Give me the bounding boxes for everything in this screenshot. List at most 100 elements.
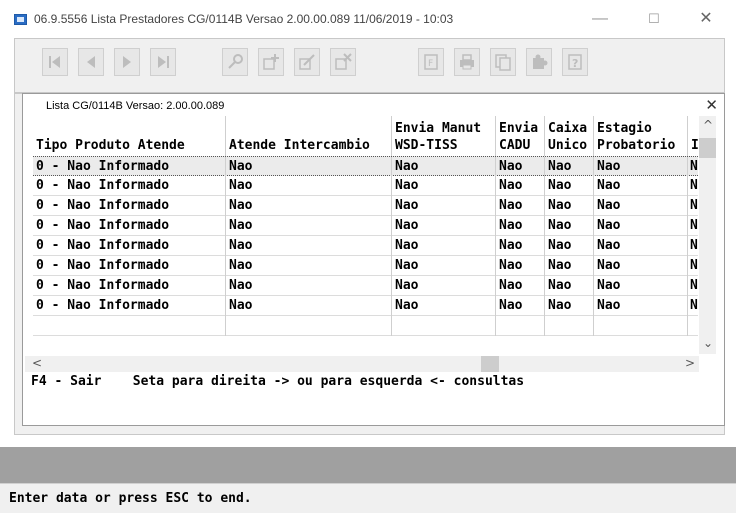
- copy-button[interactable]: [490, 48, 516, 76]
- cell-atende-intercambio: Nao: [226, 276, 392, 296]
- cell-tipo-produto: 0 - Nao Informado: [33, 276, 226, 296]
- horizontal-scrollbar[interactable]: [25, 356, 699, 372]
- cell-envia-manut: [392, 316, 496, 336]
- table-row[interactable]: 0 - Nao Informado Nao Nao Nao Nao Nao N: [33, 216, 698, 236]
- filter-button[interactable]: F: [418, 48, 444, 76]
- scroll-left-icon[interactable]: <: [32, 356, 42, 370]
- svg-text:?: ?: [572, 57, 578, 70]
- cell-envia-cadu: Nao: [496, 296, 545, 316]
- table-row[interactable]: 0 - Nao Informado Nao Nao Nao Nao Nao N: [33, 176, 698, 196]
- window-title: 06.9.5556 Lista Prestadores CG/0114B Ver…: [34, 12, 454, 26]
- column-header-envia-manut[interactable]: Envia Manut WSD-TISS: [392, 116, 496, 156]
- list-dialog: Lista CG/0114B Versao: 2.00.00.089 ✕ Tip…: [22, 93, 725, 426]
- maximize-button[interactable]: ☐: [640, 8, 668, 30]
- status-bar: Enter data or press ESC to end.: [0, 483, 736, 513]
- cell-estagio-probatorio: Nao: [594, 216, 688, 236]
- close-window-button[interactable]: ✕: [692, 8, 720, 30]
- cell-atende-intercambio: Nao: [226, 196, 392, 216]
- cell-envia-cadu: Nao: [496, 276, 545, 296]
- cell-estagio-probatorio: Nao: [594, 276, 688, 296]
- cell-tipo-produto: 0 - Nao Informado: [33, 256, 226, 276]
- cell-caixa-unico: Nao: [545, 296, 594, 316]
- cell-atende-intercambio: Nao: [226, 216, 392, 236]
- cell-envia-manut: Nao: [392, 216, 496, 236]
- cell-estagio-probatorio: Nao: [594, 196, 688, 216]
- help-button[interactable]: ?: [562, 48, 588, 76]
- horizontal-scroll-thumb[interactable]: [481, 356, 499, 372]
- cell-envia-cadu: Nao: [496, 176, 545, 196]
- cell-tipo-produto: [33, 316, 226, 336]
- cell-envia-cadu: Nao: [496, 157, 545, 177]
- minimize-button[interactable]: —: [586, 8, 614, 30]
- dialog-close-button[interactable]: ✕: [705, 96, 718, 114]
- add-button[interactable]: [258, 48, 284, 76]
- add-icon: [263, 54, 279, 70]
- scroll-up-icon[interactable]: ^: [703, 118, 713, 132]
- cell-tipo-produto: 0 - Nao Informado: [33, 236, 226, 256]
- next-record-button[interactable]: [114, 48, 140, 76]
- cell-caixa-unico: Nao: [545, 256, 594, 276]
- scroll-right-icon[interactable]: >: [685, 356, 695, 370]
- cell-partial: N: [690, 218, 698, 233]
- search-button[interactable]: [222, 48, 248, 76]
- cell-tipo-produto: 0 - Nao Informado: [33, 196, 226, 216]
- cell-tipo-produto: 0 - Nao Informado: [33, 157, 226, 177]
- cell-partial: N: [690, 178, 698, 193]
- tools-button[interactable]: [526, 48, 552, 76]
- first-icon: [49, 56, 60, 68]
- dialog-title: Lista CG/0114B Versao: 2.00.00.089: [46, 100, 225, 112]
- column-header-partial[interactable]: I: [688, 116, 699, 156]
- cell-atende-intercambio: Nao: [226, 296, 392, 316]
- cell-estagio-probatorio: Nao: [594, 296, 688, 316]
- cell-tipo-produto: 0 - Nao Informado: [33, 296, 226, 316]
- cell-envia-cadu: [496, 316, 545, 336]
- cell-tipo-produto: 0 - Nao Informado: [33, 216, 226, 236]
- vertical-scroll-thumb[interactable]: [699, 138, 716, 158]
- edit-icon: [299, 54, 315, 70]
- cell-envia-cadu: Nao: [496, 236, 545, 256]
- status-message: Enter data or press ESC to end.: [9, 491, 252, 506]
- column-header-estagio-probatorio[interactable]: Estagio Probatorio: [594, 116, 688, 156]
- cell-atende-intercambio: Nao: [226, 256, 392, 276]
- table-row[interactable]: [33, 316, 698, 336]
- cell-partial: N: [690, 278, 698, 293]
- cell-tipo-produto: 0 - Nao Informado: [33, 176, 226, 196]
- cell-partial: N: [690, 159, 698, 174]
- cell-partial: N: [690, 298, 698, 313]
- column-header-tipo-produto[interactable]: Tipo Produto Atende: [33, 116, 226, 156]
- next-icon: [123, 56, 131, 68]
- table-row[interactable]: 0 - Nao Informado Nao Nao Nao Nao Nao N: [33, 156, 698, 177]
- cell-caixa-unico: Nao: [545, 196, 594, 216]
- last-record-button[interactable]: [150, 48, 176, 76]
- cell-atende-intercambio: Nao: [226, 236, 392, 256]
- column-header-caixa-unico[interactable]: Caixa Unico: [545, 116, 594, 156]
- cell-partial: N: [690, 258, 698, 273]
- cell-partial: N: [690, 238, 698, 253]
- cell-caixa-unico: Nao: [545, 236, 594, 256]
- cell-caixa-unico: Nao: [545, 176, 594, 196]
- gray-band: [0, 447, 736, 483]
- column-header-atende-intercambio[interactable]: Atende Intercambio: [226, 116, 392, 156]
- cell-atende-intercambio: [226, 316, 392, 336]
- copy-icon: [495, 54, 511, 71]
- key-icon: [228, 54, 243, 69]
- print-button[interactable]: [454, 48, 480, 76]
- column-header-envia-cadu[interactable]: Envia CADU: [496, 116, 545, 156]
- toolbar: F ?: [14, 38, 725, 93]
- filter-icon: F: [424, 54, 438, 70]
- table-row[interactable]: 0 - Nao Informado Nao Nao Nao Nao Nao N: [33, 196, 698, 216]
- table-row[interactable]: 0 - Nao Informado Nao Nao Nao Nao Nao N: [33, 236, 698, 256]
- cell-partial: [688, 316, 698, 336]
- cell-envia-manut: Nao: [392, 256, 496, 276]
- table-row[interactable]: 0 - Nao Informado Nao Nao Nao Nao Nao N: [33, 276, 698, 296]
- table-row[interactable]: 0 - Nao Informado Nao Nao Nao Nao Nao N: [33, 296, 698, 316]
- previous-record-button[interactable]: [78, 48, 104, 76]
- edit-button[interactable]: [294, 48, 320, 76]
- table-row[interactable]: 0 - Nao Informado Nao Nao Nao Nao Nao N: [33, 256, 698, 276]
- first-record-button[interactable]: [42, 48, 68, 76]
- scroll-down-icon[interactable]: ⌄: [703, 336, 713, 350]
- cell-envia-manut: Nao: [392, 176, 496, 196]
- svg-text:F: F: [428, 59, 433, 69]
- printer-icon: [460, 54, 474, 70]
- delete-button[interactable]: [330, 48, 356, 76]
